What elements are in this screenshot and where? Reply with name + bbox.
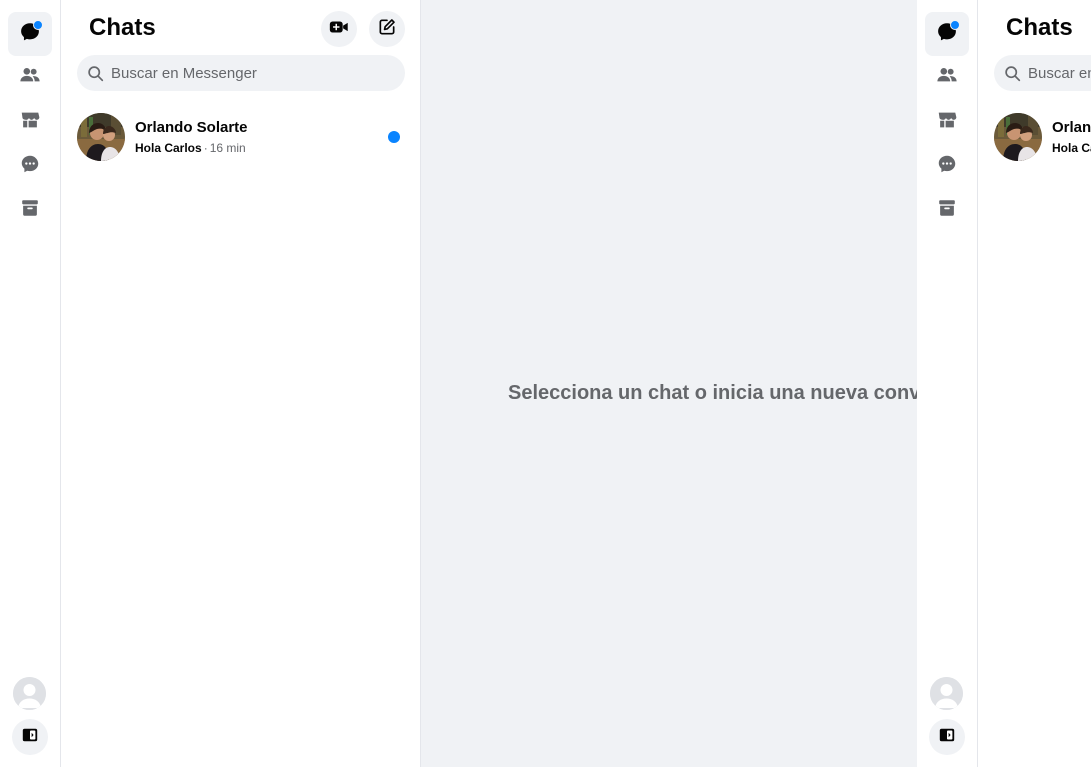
chats-title: Chats: [1006, 14, 1073, 41]
rail-archived-button[interactable]: [8, 188, 52, 232]
sidebar-toggle-button[interactable]: [929, 719, 965, 755]
contact-name: Orlando Solarte: [135, 119, 248, 136]
rail-requests-button[interactable]: [8, 144, 52, 188]
rail-people-button[interactable]: [925, 55, 969, 99]
rail-chats-button[interactable]: [925, 12, 969, 56]
people-icon: [936, 64, 958, 91]
sidebar-toggle-icon: [21, 726, 39, 749]
separator: ·: [203, 141, 208, 155]
chat-list-panel: Chats: [61, 0, 421, 767]
search-input[interactable]: [1028, 64, 1091, 82]
store-icon: [936, 109, 958, 136]
search-icon: [87, 64, 105, 82]
default-avatar-icon: [930, 677, 963, 710]
unread-badge: [950, 20, 960, 30]
conversation-text: Orlando Solarte Hola Carlos·16 min: [135, 118, 248, 156]
rail-marketplace-button[interactable]: [8, 100, 52, 144]
archive-icon: [936, 197, 958, 224]
people-icon: [19, 64, 41, 91]
screen-root: Chats Buscar en Messenger Orlando Solart…: [0, 0, 1091, 767]
empty-state-text: Selecciona un chat o inicia una nueva co…: [508, 382, 917, 404]
new-message-button[interactable]: [369, 11, 405, 47]
search-icon: [1004, 64, 1022, 82]
message-dots-icon: [936, 153, 958, 180]
search-bar: [77, 55, 405, 91]
chats-title: Chats: [89, 14, 156, 41]
new-video-call-button[interactable]: [321, 11, 357, 47]
conversation-preview: Hola Carlos·16 min: [135, 140, 248, 156]
rail-requests-button[interactable]: [925, 144, 969, 188]
sidebar-toggle-icon: [938, 726, 956, 749]
store-icon: [19, 109, 41, 136]
archive-icon: [19, 197, 41, 224]
conversation-text: Orlando Solarte Hola Carlos·16 min: [1052, 118, 1091, 156]
conversation-item[interactable]: Orlando Solarte Hola Carlos·16 min: [69, 104, 413, 170]
video-plus-icon: [328, 16, 350, 43]
left-rail: [917, 0, 978, 767]
compose-icon: [377, 17, 397, 42]
rail-marketplace-button[interactable]: [925, 100, 969, 144]
contact-name: Orlando Solarte: [1052, 119, 1091, 136]
messenger-window: Chats Buscar en Messenger Orlando Solart…: [0, 0, 917, 767]
search-input[interactable]: [111, 64, 391, 82]
profile-avatar-button[interactable]: [13, 677, 46, 710]
last-message: Hola Carlos: [1052, 141, 1091, 155]
conversation-preview: Hola Carlos·16 min: [1052, 140, 1091, 156]
contact-avatar: [77, 113, 125, 161]
rail-chats-button[interactable]: [8, 12, 52, 56]
search-bar: [994, 55, 1091, 91]
conversation-area: Selecciona un chat o inicia una nueva co…: [421, 0, 917, 767]
chat-list-panel: Chats: [978, 0, 1091, 767]
unread-indicator: [388, 131, 400, 143]
profile-avatar-button[interactable]: [930, 677, 963, 710]
last-message: Hola Carlos: [135, 141, 202, 155]
unread-badge: [33, 20, 43, 30]
default-avatar-icon: [13, 677, 46, 710]
message-dots-icon: [19, 153, 41, 180]
rail-people-button[interactable]: [8, 55, 52, 99]
message-time: 16 min: [209, 141, 246, 155]
contact-avatar: [994, 113, 1042, 161]
messenger-window-duplicate: Chats Buscar en Messenger Orlan Hola C: [917, 0, 1091, 767]
left-rail: [0, 0, 61, 767]
conversation-item[interactable]: Orlando Solarte Hola Carlos·16 min: [986, 104, 1091, 170]
rail-archived-button[interactable]: [925, 188, 969, 232]
sidebar-toggle-button[interactable]: [12, 719, 48, 755]
